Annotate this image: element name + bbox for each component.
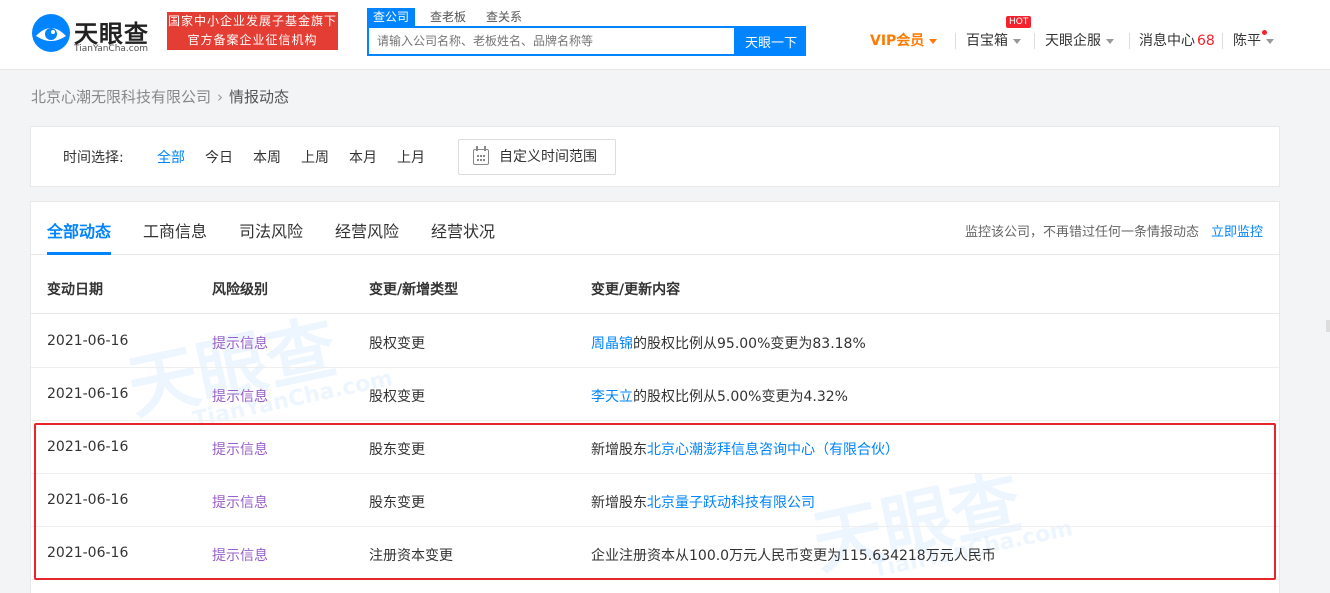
person-link[interactable]: 周晶锦 <box>591 336 633 352</box>
cell-content: 企业注册资本从100.0万元人民币变更为115.634218万元人民币 <box>591 545 996 565</box>
cell-content: 新增股东北京量子跃动科技有限公司 <box>591 492 815 512</box>
column-header-date: 变动日期 <box>47 282 103 298</box>
chevron-down-icon <box>1266 38 1274 44</box>
tab-operation-risk[interactable]: 经营风险 <box>335 218 399 242</box>
content-text: 的股权比例从95.00%变更为83.18% <box>633 336 866 352</box>
cell-content: 新增股东北京心潮澎拜信息咨询中心（有限合伙） <box>591 439 899 459</box>
cell-risk-level: 提示信息 <box>212 495 268 511</box>
time-option-this-month[interactable]: 本月 <box>349 147 377 167</box>
message-center-label: 消息中心 <box>1139 33 1195 49</box>
divider <box>1222 33 1223 49</box>
breadcrumb-separator: › <box>217 88 224 106</box>
cell-change-type: 股权变更 <box>369 389 425 405</box>
calendar-icon <box>473 146 489 165</box>
time-option-last-week[interactable]: 上周 <box>301 147 329 167</box>
qifu-label: 天眼企服 <box>1045 33 1101 49</box>
vip-label: VIP会员 <box>870 33 925 49</box>
top-header: 天眼查 TianYanCha.com 国家中小企业发展子基金旗下 官方备案企业征… <box>0 0 1330 70</box>
cell-date: 2021-06-16 <box>47 333 129 349</box>
divider <box>1034 33 1035 49</box>
shareholder-link[interactable]: 北京心潮澎拜信息咨询中心（有限合伙） <box>647 442 899 458</box>
search-tab-relation[interactable]: 查关系 <box>480 8 528 26</box>
tab-business-info[interactable]: 工商信息 <box>143 218 207 242</box>
column-header-type: 变更/新增类型 <box>369 282 459 298</box>
tab-operation-status[interactable]: 经营状况 <box>431 218 495 242</box>
custom-time-range-label: 自定义时间范围 <box>499 149 597 165</box>
breadcrumb-company-link[interactable]: 北京心潮无限科技有限公司 <box>31 88 211 106</box>
divider <box>955 33 956 49</box>
shareholder-link[interactable]: 北京量子跃动科技有限公司 <box>647 495 815 511</box>
content-prefix: 新增股东 <box>591 495 647 511</box>
cell-risk-level: 提示信息 <box>212 336 268 352</box>
cell-date: 2021-06-16 <box>47 492 129 508</box>
cell-change-type: 股东变更 <box>369 442 425 458</box>
slogan-line-1: 国家中小企业发展子基金旗下 <box>167 14 337 28</box>
search-tab-boss[interactable]: 查老板 <box>424 8 472 26</box>
custom-time-range-button[interactable]: 自定义时间范围 <box>458 139 616 175</box>
table-row: 2021-06-16 提示信息 股东变更 新增股东北京心潮澎拜信息咨询中心（有限… <box>31 421 1279 474</box>
person-link[interactable]: 李天立 <box>591 389 633 405</box>
column-header-risk: 风险级别 <box>212 282 268 298</box>
breadcrumb-current: 情报动态 <box>229 88 290 106</box>
user-menu[interactable]: 陈平 <box>1233 30 1274 52</box>
cell-date: 2021-06-16 <box>47 386 129 402</box>
slogan-line-2: 官方备案企业征信机构 <box>187 33 318 47</box>
cell-date: 2021-06-16 <box>47 545 129 561</box>
time-option-this-week[interactable]: 本周 <box>253 147 281 167</box>
category-tabs: 全部动态 工商信息 司法风险 经营风险 经营状况 监控该公司，不再错过任何一条情… <box>31 202 1279 255</box>
time-option-last-month[interactable]: 上月 <box>397 147 425 167</box>
cell-risk-level: 提示信息 <box>212 442 268 458</box>
news-panel: 全部动态 工商信息 司法风险 经营风险 经营状况 监控该公司，不再错过任何一条情… <box>30 201 1280 593</box>
breadcrumb: 北京心潮无限科技有限公司 › 情报动态 <box>31 86 289 107</box>
baibaoxiang-menu[interactable]: 百宝箱 <box>966 30 1021 52</box>
time-option-today[interactable]: 今日 <box>205 147 233 167</box>
chevron-down-icon <box>1013 38 1021 44</box>
divider <box>1129 33 1130 49</box>
table-row: 2021-06-16 提示信息 注册资本变更 企业注册资本从100.0万元人民币… <box>31 527 1279 580</box>
hot-badge: HOT <box>1006 16 1032 28</box>
logo[interactable]: 天眼查 TianYanCha.com <box>30 12 160 58</box>
logo-eye-icon <box>32 14 70 52</box>
time-filter-label: 时间选择: <box>63 150 124 166</box>
search-input[interactable] <box>369 28 734 54</box>
message-center[interactable]: 消息中心 68 <box>1139 30 1215 52</box>
search-button[interactable]: 天眼一下 <box>736 26 806 56</box>
slogan-banner: 国家中小企业发展子基金旗下 官方备案企业征信机构 <box>167 12 338 50</box>
chevron-down-icon <box>1106 38 1114 44</box>
content-text: 企业注册资本从100.0万元人民币变更为115.634218万元人民币 <box>591 548 996 564</box>
table-row: 2021-06-16 提示信息 股权变更 李天立的股权比例从5.00%变更为4.… <box>31 368 1279 421</box>
tab-judicial-risk[interactable]: 司法风险 <box>239 218 303 242</box>
table-row: 2021-06-16 提示信息 股权变更 周晶锦的股权比例从95.00%变更为8… <box>31 315 1279 368</box>
table-header: 变动日期 风险级别 变更/新增类型 变更/更新内容 <box>31 255 1279 314</box>
content-prefix: 新增股东 <box>591 442 647 458</box>
cell-content: 周晶锦的股权比例从95.00%变更为83.18% <box>591 333 866 353</box>
monitor-now-link[interactable]: 立即监控 <box>1211 221 1263 240</box>
cell-content: 李天立的股权比例从5.00%变更为4.32% <box>591 386 848 406</box>
cell-change-type: 股权变更 <box>369 336 425 352</box>
content-text: 的股权比例从5.00%变更为4.32% <box>633 389 848 405</box>
column-header-content: 变更/更新内容 <box>591 282 681 298</box>
cell-risk-level: 提示信息 <box>212 389 268 405</box>
notification-dot <box>1262 30 1267 35</box>
user-name: 陈平 <box>1233 33 1261 49</box>
message-count-badge: 68 <box>1197 33 1215 49</box>
monitor-hint: 监控该公司，不再错过任何一条情报动态 <box>964 225 1199 240</box>
cell-risk-level: 提示信息 <box>212 548 268 564</box>
time-filter-panel: 时间选择: 全部 今日 本周 上周 本月 上月 自定义时间范围 <box>30 126 1280 187</box>
cell-date: 2021-06-16 <box>47 439 129 455</box>
time-option-all[interactable]: 全部 <box>157 147 185 167</box>
table-row: 2021-06-16 提示信息 股东变更 新增股东北京量子跃动科技有限公司 <box>31 474 1279 527</box>
search-tab-company[interactable]: 查公司 <box>367 8 416 26</box>
cell-change-type: 注册资本变更 <box>369 548 453 564</box>
tab-all-news[interactable]: 全部动态 <box>47 218 111 242</box>
chevron-down-icon <box>929 38 938 44</box>
scrollbar[interactable] <box>1326 320 1330 332</box>
search-box <box>367 26 736 56</box>
qifu-menu[interactable]: 天眼企服 <box>1045 30 1114 52</box>
logo-subtext: TianYanCha.com <box>74 44 149 54</box>
cell-change-type: 股东变更 <box>369 495 425 511</box>
baibaoxiang-label: 百宝箱 <box>966 33 1008 49</box>
vip-menu[interactable]: VIP会员 <box>870 30 938 52</box>
